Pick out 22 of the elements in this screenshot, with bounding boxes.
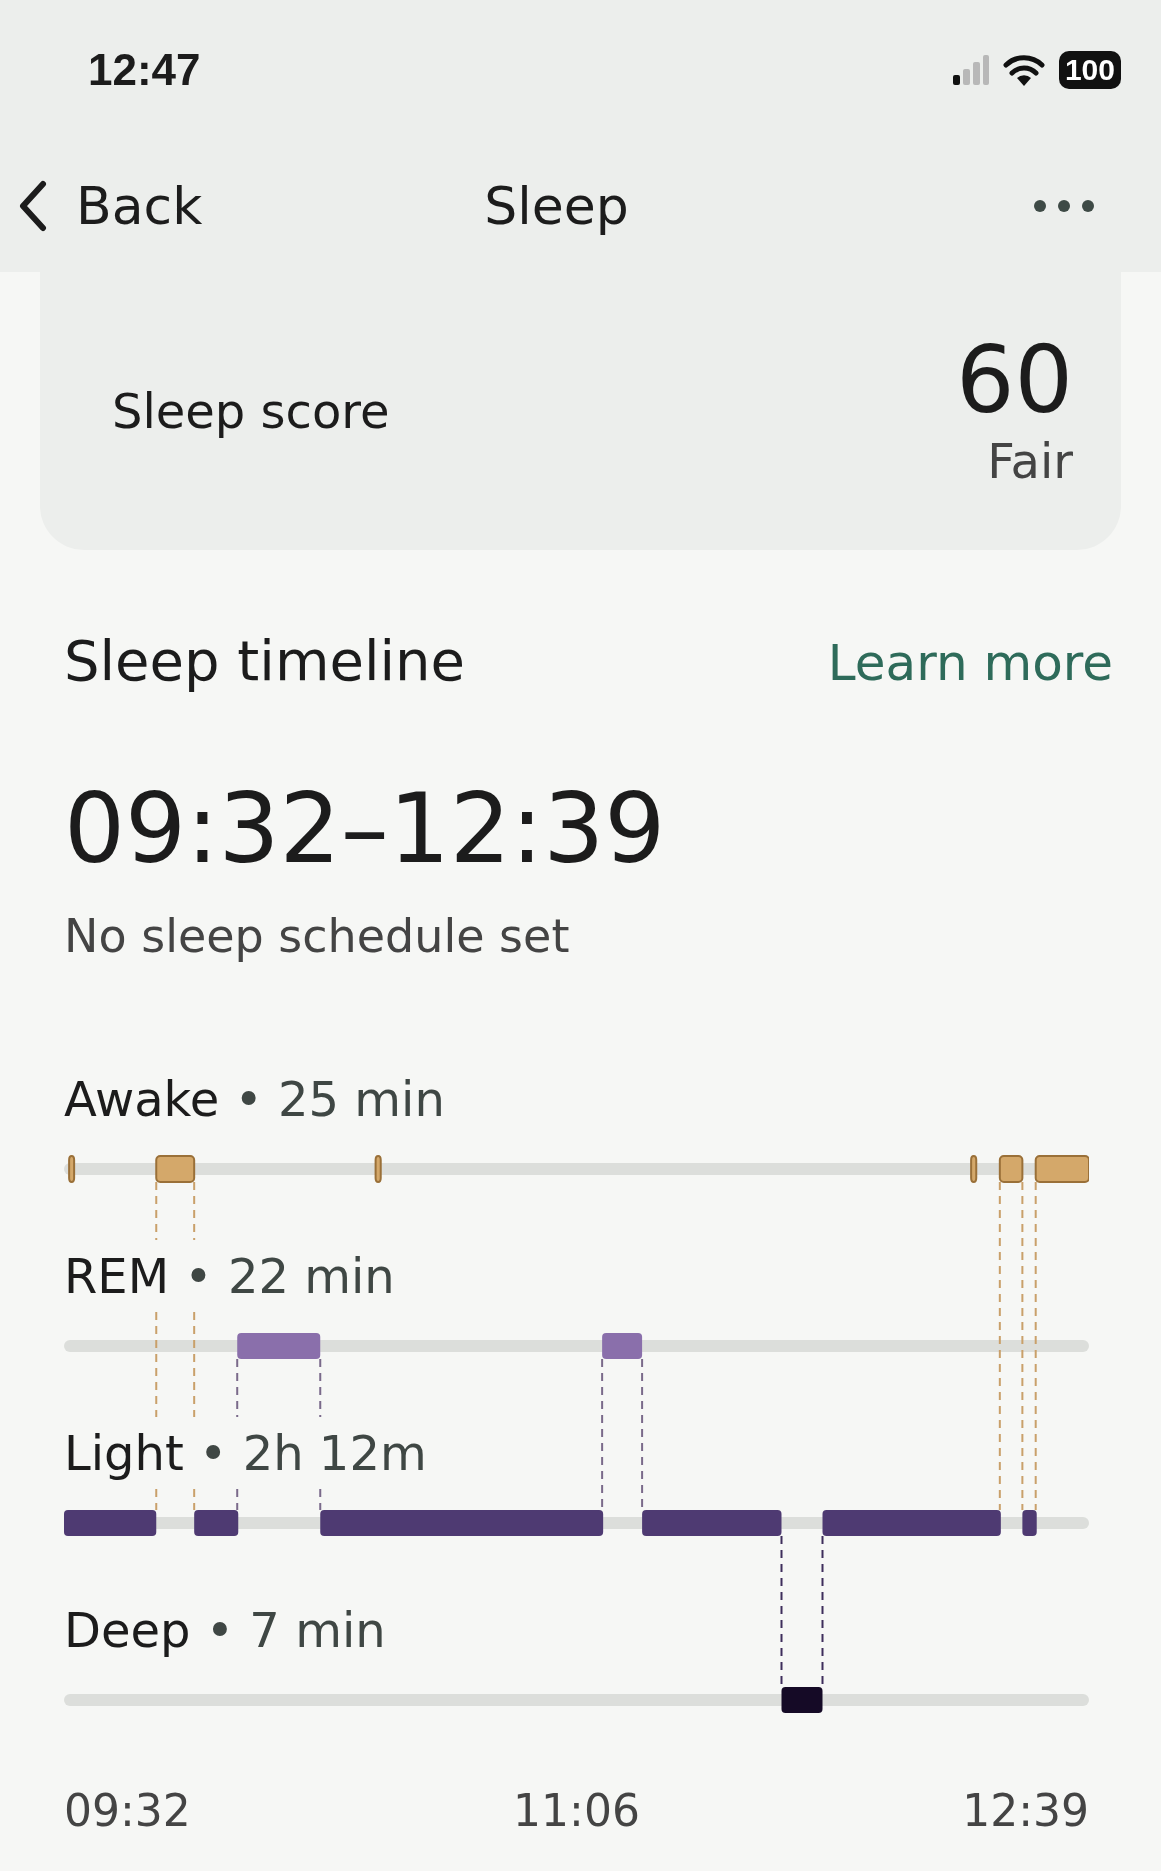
axis-label: 11:06	[513, 1785, 640, 1836]
axis-label: 09:32	[64, 1785, 191, 1836]
schedule-note: No sleep schedule set	[64, 909, 571, 963]
score-label: Sleep score	[112, 383, 390, 439]
status-time: 12:47	[88, 45, 201, 95]
section-title: Sleep timeline	[64, 628, 465, 693]
chevron-left-icon	[18, 180, 48, 232]
wifi-icon	[1002, 54, 1045, 86]
stage-label: Deep • 7 min	[64, 1602, 387, 1658]
more-options-icon[interactable]	[1033, 199, 1095, 213]
stage-label: REM • 22 min	[64, 1248, 396, 1304]
signal-icon	[952, 55, 989, 85]
screen-title: Sleep	[484, 176, 629, 236]
learn-more-link[interactable]: Learn more	[827, 634, 1113, 692]
battery-indicator: 100	[1058, 51, 1121, 89]
back-button[interactable]: Back	[18, 176, 203, 236]
sleep-time-range: 09:32–12:39	[64, 773, 667, 885]
stage-label: Awake • 25 min	[64, 1071, 446, 1127]
score-rating: Fair	[987, 433, 1073, 490]
axis-label: 12:39	[962, 1785, 1089, 1836]
score-value: 60	[955, 332, 1073, 430]
stage-label: Light • 2h 12m	[64, 1425, 428, 1481]
